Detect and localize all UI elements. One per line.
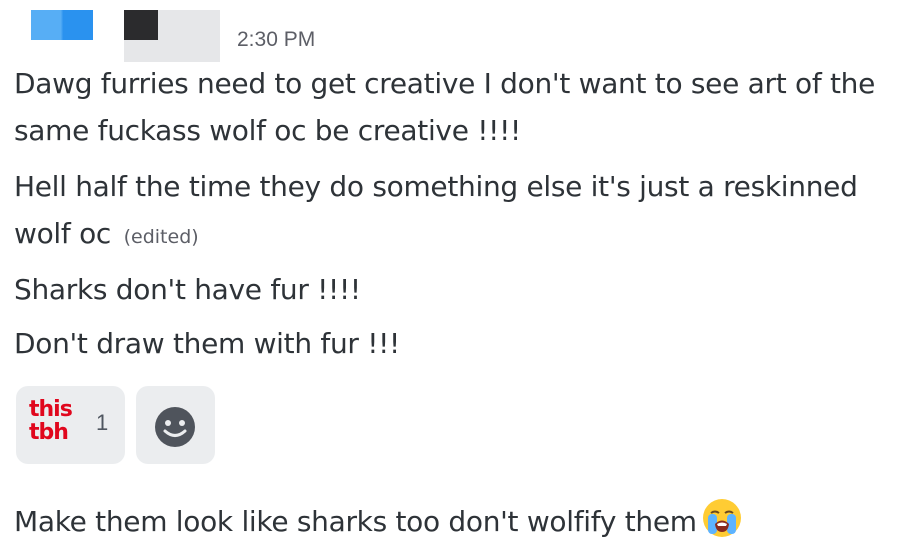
message-text-2: Hell half the time they do something els…	[14, 163, 894, 261]
reaction-this-tbh[interactable]: this tbh 1	[16, 386, 125, 464]
message-text-4: Don't draw them with fur !!!	[14, 327, 400, 360]
edited-label: (edited)	[123, 226, 199, 248]
add-reaction-smile-icon	[155, 407, 195, 447]
message-text-5: Make them look like sharks too don't wol…	[14, 497, 743, 545]
message-timestamp[interactable]: 2:30 PM	[237, 28, 315, 52]
this-tbh-emoji-line-2: tbh	[29, 420, 69, 445]
message-header: 2:30 PM	[0, 0, 924, 64]
message-text-3: Sharks don't have fur !!!!	[14, 273, 361, 306]
message-text-1: Dawg furries need to get creative I don'…	[14, 67, 876, 147]
message-text-5-body: Make them look like sharks too don't wol…	[14, 505, 697, 538]
redacted-username-dark-block	[124, 10, 158, 40]
this-tbh-emoji: this tbh	[29, 398, 83, 444]
reaction-count: 1	[96, 410, 109, 435]
loudly-crying-face-icon	[702, 499, 741, 537]
redacted-avatar-block	[31, 10, 93, 40]
this-tbh-emoji-line-1: this	[29, 397, 73, 422]
add-reaction-button[interactable]	[136, 386, 215, 464]
